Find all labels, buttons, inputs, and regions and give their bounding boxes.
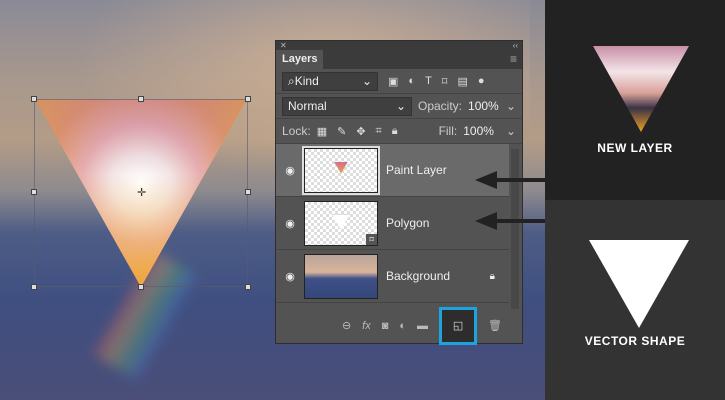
transform-handle[interactable] [31,96,37,102]
lock-transparent-icon[interactable]: ▦ [317,125,327,138]
chevron-down-icon[interactable]: ⌄ [506,99,516,113]
transform-handle[interactable] [245,189,251,195]
white-triangle [589,240,689,328]
trash-icon[interactable]: 🗑︎ [488,319,502,332]
arrow-to-polygon [495,219,545,223]
transform-handle[interactable] [245,96,251,102]
shape-badge-icon: ⌑ [366,233,377,245]
transform-handle[interactable] [138,284,144,290]
filter-kind-select[interactable]: ⌕Kind ⌄ [282,71,378,91]
blend-mode-select[interactable]: Normal ⌄ [282,96,412,116]
shape-filter-icon[interactable]: ⌑ [442,75,448,88]
layers-panel: ✕ ‹‹ Layers ≡ ⌕Kind ⌄ ▣ ◐ T ⌑ ▤ ● Normal ⌄ O… [275,40,523,345]
smart-object-filter-icon[interactable]: ▤ [457,75,467,88]
pixel-filter-icon[interactable]: ▣ [388,75,398,88]
adjustment-filter-icon[interactable]: ◐ [408,75,415,87]
eye-icon[interactable]: ◉ [276,164,304,177]
fill-label: Fill: [438,124,458,138]
layer-thumbnail: ⌑ [304,200,378,246]
lock-artboard-icon[interactable]: ⌗ [376,125,382,138]
close-icon[interactable]: ✕ [280,41,287,50]
eye-icon[interactable]: ◉ [276,217,304,230]
collapse-icon[interactable]: ‹‹ [513,41,518,50]
eye-icon[interactable]: ◉ [276,270,304,283]
search-icon: ⌕ [288,73,295,88]
transform-handle[interactable] [245,284,251,290]
link-icon[interactable]: ⊖ [342,319,351,332]
fill-input[interactable]: 100% [463,124,494,138]
lock-paint-icon[interactable]: ✎ [337,125,346,138]
transform-handle[interactable] [31,189,37,195]
mask-icon[interactable]: ◙ [382,320,389,332]
arrow-head [475,171,497,189]
panel-menu-icon[interactable]: ≡ [505,52,522,69]
opacity-input[interactable]: 100% [468,99,499,113]
fx-icon[interactable]: fx [362,320,371,332]
layer-name[interactable]: Background [386,269,490,283]
transform-handle[interactable] [138,96,144,102]
new-layer-icon: ◱ [452,320,464,332]
lock-all-icon[interactable]: 🔒︎ [392,125,398,138]
gradient-triangle [593,46,689,132]
chevron-down-icon[interactable]: ⌄ [506,124,516,138]
lock-move-icon[interactable]: ✥ [356,125,365,138]
arrow-head [475,212,497,230]
arrow-to-paint-layer [495,178,545,182]
transform-handle[interactable] [31,284,37,290]
layer-thumbnail [302,145,380,195]
type-filter-icon[interactable]: T [425,75,432,87]
filter-toggle[interactable]: ● [478,75,485,87]
vector-shape-example: VECTOR SHAPE [545,200,725,400]
new-layer-example: NEW LAYER [545,0,725,200]
caption-new-layer: NEW LAYER [597,141,673,155]
scrollbar[interactable] [511,149,519,309]
lock-icon: 🔒︎ [489,270,495,282]
layer-thumbnail [304,253,378,299]
folder-icon[interactable]: ▬ [417,320,428,332]
caption-vector-shape: VECTOR SHAPE [584,334,686,348]
center-point-icon: ✛ [137,187,147,199]
tab-layers[interactable]: Layers [276,50,324,69]
opacity-label: Opacity: [418,99,463,113]
layer-background[interactable]: ◉ Background 🔒︎ [276,250,509,303]
new-layer-button[interactable]: ◱ [439,306,478,345]
lock-label: Lock: [282,124,311,138]
adjustment-icon[interactable]: ◐ [399,320,406,332]
